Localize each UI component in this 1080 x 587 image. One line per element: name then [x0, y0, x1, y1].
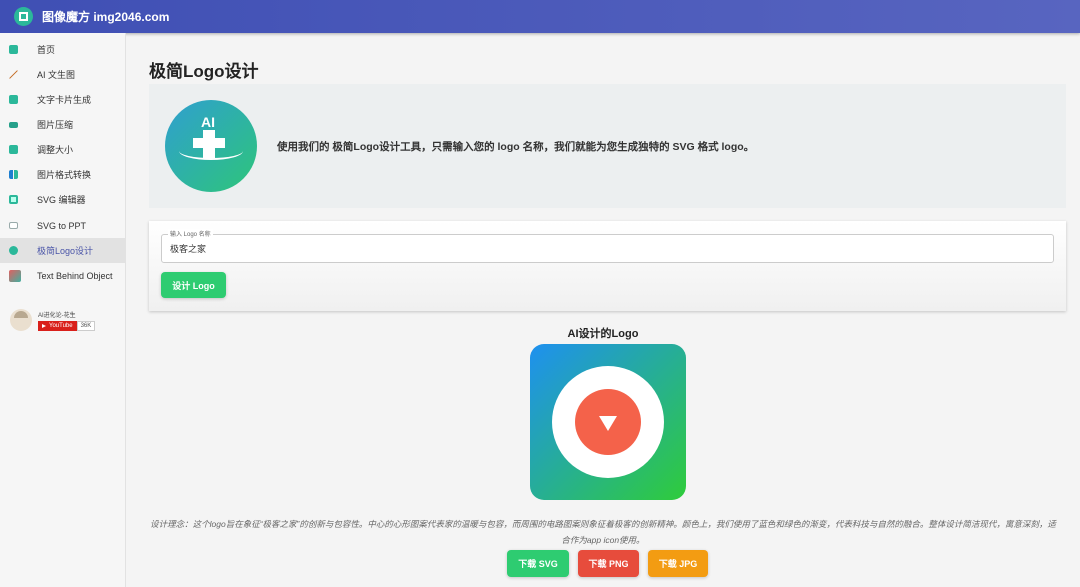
hero-logo-image: AI [165, 100, 257, 192]
generated-logo [530, 344, 686, 500]
download-jpg-button[interactable]: 下载 JPG [648, 550, 708, 577]
text-behind-icon [9, 269, 21, 282]
home-icon [9, 45, 18, 54]
convert-icon [9, 170, 18, 179]
result-title: AI设计的Logo [567, 328, 639, 340]
resize-icon [9, 145, 18, 154]
logo-name-label: 输入 Logo 名称 [168, 229, 213, 238]
channel-name: AI进化论-花生 [38, 312, 76, 319]
page-title: 极简Logo设计 [149, 62, 259, 81]
sidebar-item-text-behind-object[interactable]: Text Behind Object [0, 263, 125, 288]
sidebar-item-label: 极简Logo设计 [37, 246, 94, 256]
subscriber-count: 36K [76, 320, 96, 331]
logo-form: 输入 Logo 名称 设计 Logo [149, 221, 1066, 311]
card-icon [9, 95, 18, 104]
sidebar-item-compress[interactable]: 图片压缩 [0, 112, 125, 137]
logo-name-field[interactable]: 输入 Logo 名称 [161, 229, 1054, 263]
avatar [10, 309, 32, 331]
youtube-label: YouTube [49, 322, 73, 329]
down-triangle-icon [599, 416, 617, 431]
main-content: 极简Logo设计 AI 使用我们的 极简Logo设计工具，只需输入您的 logo… [126, 33, 1080, 587]
download-svg-button[interactable]: 下载 SVG [507, 550, 569, 577]
sidebar-item-label: 图片压缩 [37, 120, 74, 130]
sidebar-item-svg-to-ppt[interactable]: SVG to PPT [0, 213, 125, 238]
sidebar-item-label: SVG 编辑器 [37, 195, 86, 205]
sidebar: 首页 AI 文生图 文字卡片生成 图片压缩 调整大小 图片格式转换 SVG 编辑… [0, 33, 126, 587]
sidebar-item-label: 首页 [37, 45, 56, 55]
app-header: 图像魔方 img2046.com [0, 0, 1080, 33]
play-icon [42, 323, 46, 328]
app-title[interactable]: 图像魔方 img2046.com [42, 8, 169, 25]
editor-icon [9, 195, 18, 204]
youtube-promo[interactable]: AI进化论-花生 YouTube 36K [10, 309, 96, 331]
hero-description: 使用我们的 极简Logo设计工具，只需输入您的 logo 名称，我们就能为您生成… [277, 140, 755, 153]
sidebar-item-svg-editor[interactable]: SVG 编辑器 [0, 187, 125, 212]
sidebar-item-label: 图片格式转换 [37, 170, 92, 180]
sidebar-item-logo-design[interactable]: 极简Logo设计 [0, 238, 125, 263]
design-logo-button[interactable]: 设计 Logo [161, 272, 226, 298]
ppt-icon [9, 222, 18, 229]
sidebar-item-ai-text-to-image[interactable]: AI 文生图 [0, 62, 125, 87]
download-png-button[interactable]: 下载 PNG [578, 550, 639, 577]
sidebar-item-text-card[interactable]: 文字卡片生成 [0, 87, 125, 112]
logo-white-circle [552, 366, 664, 478]
hero-banner: AI 使用我们的 极简Logo设计工具，只需输入您的 logo 名称，我们就能为… [149, 84, 1066, 208]
logo-name-input[interactable] [170, 243, 1040, 253]
logo-red-circle [575, 389, 641, 455]
sidebar-item-label: AI 文生图 [37, 70, 76, 80]
sidebar-item-resize[interactable]: 调整大小 [0, 137, 125, 162]
sidebar-item-format-convert[interactable]: 图片格式转换 [0, 162, 125, 187]
sidebar-item-home[interactable]: 首页 [0, 37, 125, 62]
sidebar-item-label: Text Behind Object [37, 270, 113, 281]
sidebar-item-label: 调整大小 [37, 145, 74, 155]
hero-logo-text: AI [201, 114, 215, 130]
compress-icon [9, 121, 18, 128]
sidebar-item-label: SVG to PPT [37, 220, 87, 231]
sidebar-item-label: 文字卡片生成 [37, 95, 92, 105]
logo-design-icon [9, 246, 18, 255]
brush-icon [9, 70, 18, 79]
app-logo-icon[interactable] [14, 7, 33, 26]
youtube-button[interactable]: YouTube [38, 320, 77, 331]
design-concept: 设计理念：这个logo旨在象征“极客之家”的创新与包容性。中心的心形图案代表家的… [150, 519, 1056, 545]
